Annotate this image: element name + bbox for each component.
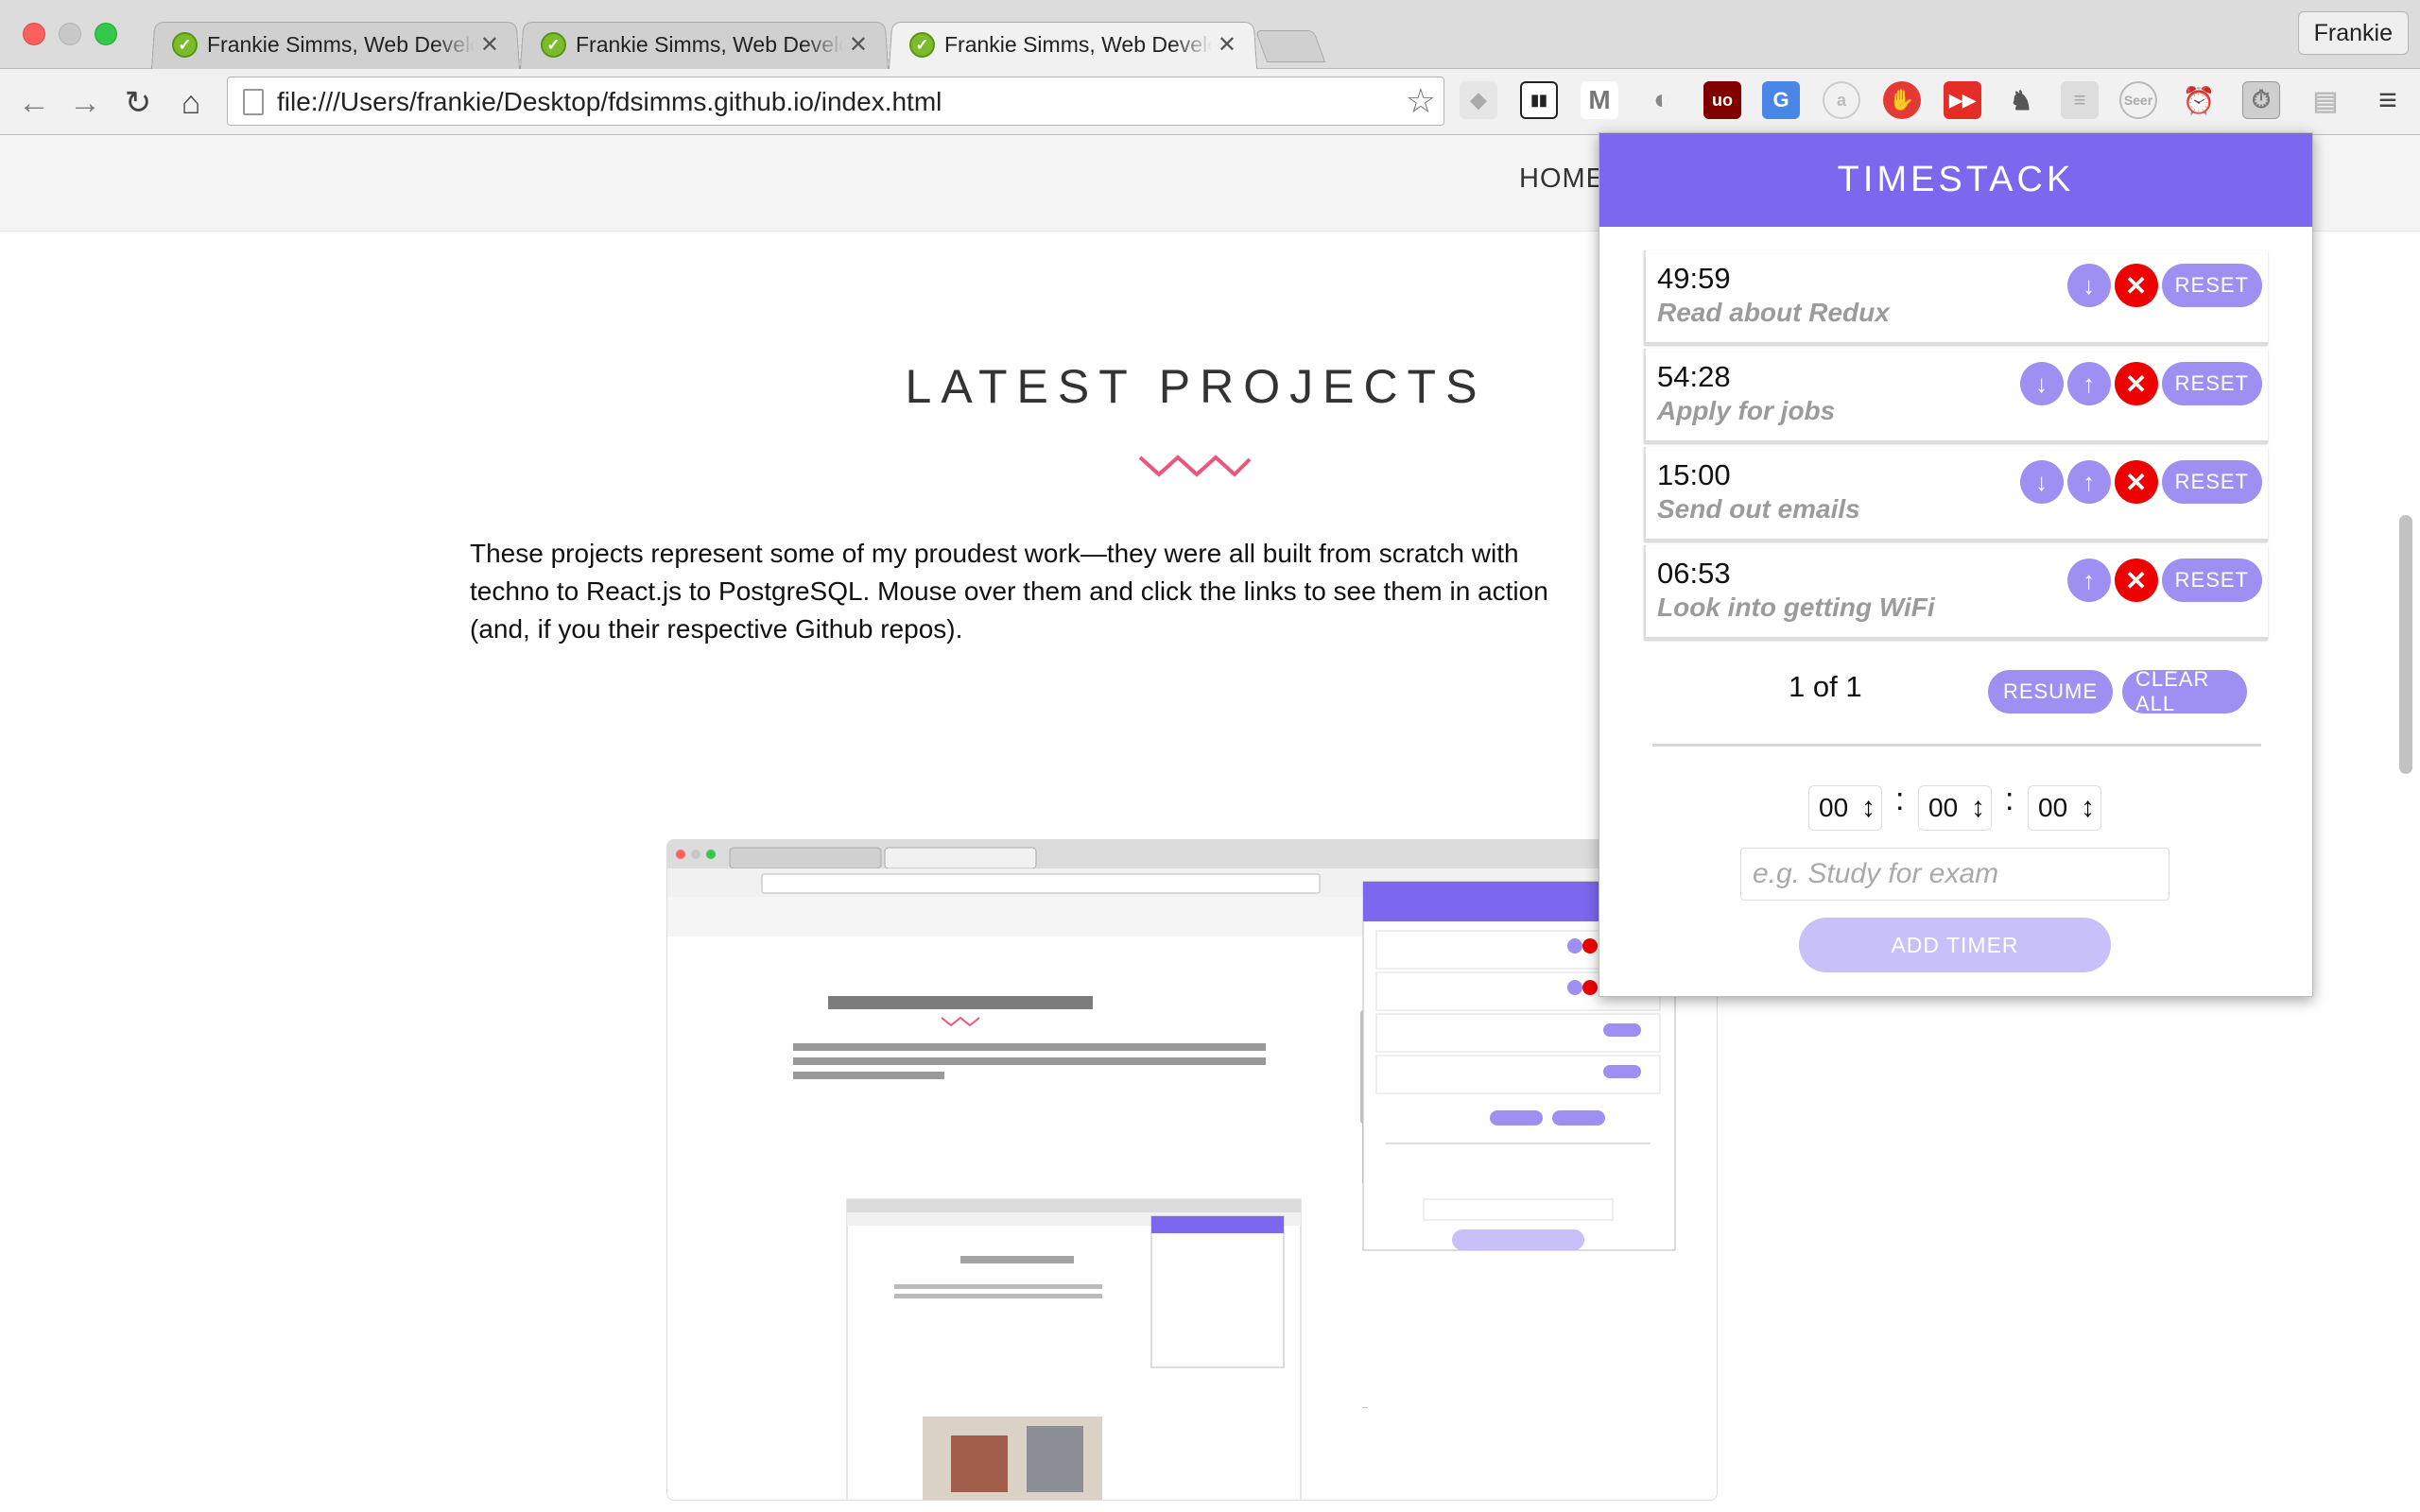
divider: [1652, 744, 2261, 747]
hours-value: 00: [1819, 793, 1849, 822]
tab-title: Frankie Simms, Web Developer: [944, 32, 1212, 57]
close-icon[interactable]: ✕: [1218, 31, 1236, 59]
back-icon[interactable]: ←: [15, 84, 53, 122]
timer-name-input[interactable]: [1740, 848, 2169, 901]
zigzag-divider-icon: [1138, 455, 1252, 477]
seconds-value: 00: [2038, 793, 2068, 822]
timer-row: 54:28 Apply for jobs ↓ ↑ ✕ RESET: [1644, 349, 2268, 443]
timer-label: Send out emails: [1657, 494, 1860, 524]
time-separator: :: [2005, 782, 2014, 817]
close-window-button[interactable]: [23, 23, 45, 45]
move-up-icon[interactable]: ↑: [2066, 362, 2111, 405]
reset-button[interactable]: RESET: [2161, 460, 2262, 504]
evernote-icon[interactable]: ♞: [2002, 81, 2040, 119]
gmail-icon[interactable]: M: [1581, 81, 1618, 119]
timestack-popup: TIMESTACK 49:59 Read about Redux ↓ ✕ RES…: [1599, 132, 2313, 997]
stepper-arrows-icon[interactable]: ↕: [1971, 790, 1985, 826]
timer-label: Read about Redux: [1657, 298, 1890, 327]
page-scrollbar[interactable]: [2399, 515, 2412, 774]
move-up-icon[interactable]: ↑: [2066, 558, 2111, 602]
reload-icon[interactable]: ↻: [119, 84, 157, 122]
amazon-icon[interactable]: a: [1823, 81, 1860, 119]
tab-2-content[interactable]: ✓ Frankie Simms, Web Developer ✕: [520, 21, 889, 69]
home-icon[interactable]: ⌂: [172, 84, 210, 122]
popup-title: TIMESTACK: [1599, 133, 2312, 227]
tab-title: Frankie Simms, Web Developer: [576, 32, 843, 57]
delete-icon[interactable]: ✕: [2114, 460, 2158, 504]
timer-row: 06:53 Look into getting WiFi ↑ ✕ RESET: [1644, 545, 2268, 640]
bookmark-star-icon[interactable]: ☆: [1406, 81, 1436, 121]
browser-toolbar: ← → ↻ ⌂ file:///Users/frankie/Desktop/fd…: [0, 69, 2420, 135]
nav-home-link[interactable]: HOME: [1519, 163, 1605, 195]
timer-time: 06:53: [1657, 557, 1731, 590]
profile-button[interactable]: Frankie: [2297, 11, 2409, 55]
stepper-arrows-icon[interactable]: ↕: [2081, 790, 2095, 826]
reset-button[interactable]: RESET: [2161, 558, 2262, 602]
timestack-icon[interactable]: ⏱: [2242, 81, 2280, 119]
page-icon: [243, 89, 264, 115]
move-down-icon[interactable]: ↓: [2019, 460, 2064, 504]
hand-icon[interactable]: ✋: [1883, 81, 1921, 119]
move-down-icon[interactable]: ↓: [2019, 362, 2064, 405]
delete-icon[interactable]: ✕: [2114, 362, 2158, 405]
piano-icon[interactable]: ▮▮: [1520, 81, 1558, 119]
clear-all-button[interactable]: CLEAR ALL: [2122, 667, 2247, 715]
project-card[interactable]: [666, 839, 1718, 1501]
ublock-icon[interactable]: uo: [1703, 81, 1741, 119]
stepper-arrows-icon[interactable]: ↕: [1861, 790, 1876, 826]
minimize-window-button[interactable]: [59, 23, 81, 45]
cube-icon[interactable]: ◆: [1460, 81, 1497, 119]
timer-label: Look into getting WiFi: [1657, 593, 1935, 622]
reset-button[interactable]: RESET: [2161, 264, 2262, 307]
reset-button[interactable]: RESET: [2161, 362, 2262, 405]
intro-paragraph: These projects represent some of my prou…: [470, 539, 1548, 644]
timer-row: 49:59 Read about Redux ↓ ✕ RESET: [1644, 250, 2268, 345]
seer-icon[interactable]: Seer: [2119, 81, 2157, 119]
resume-button[interactable]: RESUME: [1988, 670, 2113, 713]
check-icon: ✓: [541, 32, 566, 58]
time-separator: :: [1895, 782, 1905, 817]
translate-icon[interactable]: G: [1762, 81, 1800, 119]
seconds-stepper[interactable]: 00 ↕: [2028, 785, 2101, 831]
zoom-window-button[interactable]: [95, 23, 117, 45]
new-tab-button[interactable]: [1254, 30, 1326, 62]
minutes-value: 00: [1928, 793, 1959, 822]
reader-icon[interactable]: ▤: [2307, 81, 2344, 119]
timer-label: Apply for jobs: [1657, 396, 1836, 425]
timer-time: 49:59: [1657, 262, 1731, 295]
hours-stepper[interactable]: 00 ↕: [1808, 785, 1882, 831]
tab-title: Frankie Simms, Web Developer: [207, 32, 475, 57]
close-icon[interactable]: ✕: [480, 31, 499, 59]
url-text[interactable]: file:///Users/frankie/Desktop/fdsimms.gi…: [277, 77, 942, 127]
moon-icon[interactable]: ◐: [1643, 81, 1681, 119]
page-indicator: 1 of 1: [1789, 670, 1862, 703]
check-icon: ✓: [909, 32, 935, 58]
timer-time: 54:28: [1657, 360, 1731, 393]
check-icon: ✓: [172, 32, 198, 58]
delete-icon[interactable]: ✕: [2114, 264, 2158, 307]
move-up-icon[interactable]: ↑: [2066, 460, 2111, 504]
move-down-icon[interactable]: ↓: [2066, 264, 2111, 307]
forward-icon[interactable]: →: [66, 84, 104, 122]
stack-icon[interactable]: ≡: [2061, 81, 2099, 119]
address-bar[interactable]: file:///Users/frankie/Desktop/fdsimms.gi…: [227, 77, 1444, 126]
alarm-icon[interactable]: ⏰: [2180, 81, 2218, 119]
timer-time: 15:00: [1657, 458, 1731, 491]
youtube-icon[interactable]: ▶▶: [1944, 81, 1981, 119]
tab-1-content[interactable]: ✓ Frankie Simms, Web Developer ✕: [151, 21, 520, 69]
tab-3-content[interactable]: ✓ Frankie Simms, Web Developer ✕: [889, 21, 1257, 69]
menu-icon[interactable]: ≡: [2369, 81, 2407, 119]
project-screenshot-image: [667, 840, 1717, 1500]
timer-row: 15:00 Send out emails ↓ ↑ ✕ RESET: [1644, 447, 2268, 541]
delete-icon[interactable]: ✕: [2114, 558, 2158, 602]
title-bar: ✓ Frankie Simms, Web Developer ✕ ✓ Frank…: [0, 0, 2420, 69]
add-timer-button[interactable]: ADD TIMER: [1799, 918, 2111, 972]
close-icon[interactable]: ✕: [849, 31, 868, 59]
minutes-stepper[interactable]: 00 ↕: [1918, 785, 1992, 831]
timer-list: 49:59 Read about Redux ↓ ✕ RESET 54:28 A…: [1644, 250, 2268, 644]
